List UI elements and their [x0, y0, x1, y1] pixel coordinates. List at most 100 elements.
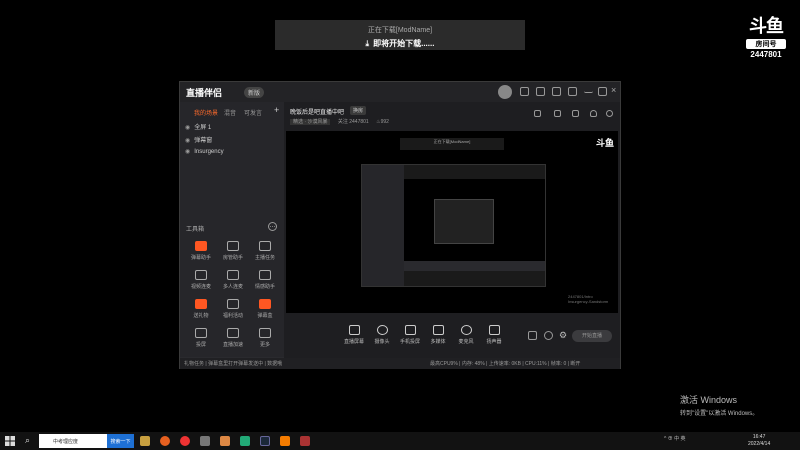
tool-item[interactable]: 多人连麦 [218, 268, 248, 296]
system-tray[interactable]: ^ ⊕ 中 英 [664, 435, 686, 442]
download-toast: 正在下载[ModName] ⤓ 即将开始下载...... [275, 20, 525, 50]
file-explorer-icon[interactable] [140, 436, 150, 446]
tool-label: 情感助手 [254, 284, 275, 290]
screen-capture-icon [348, 325, 360, 335]
maximize-icon[interactable] [598, 87, 607, 96]
scene-item[interactable]: ◉ 全屏 1 [185, 122, 211, 131]
app-icon[interactable] [200, 436, 210, 446]
stream-preview[interactable]: 正在下载[ModName] 斗鱼 2447801/Intro Insurgenc… [286, 131, 618, 313]
visibility-icon[interactable] [544, 331, 553, 340]
tool-label: 弹幕助手 [190, 255, 211, 261]
streaming-app-taskbar-icon[interactable] [280, 436, 290, 446]
search-icon[interactable]: ⌕ [25, 435, 30, 446]
tool-item[interactable]: 房管助手 [218, 239, 248, 267]
start-live-button[interactable]: 开始直播 [572, 330, 612, 342]
settings-icon[interactable] [552, 87, 561, 96]
tool-icon [259, 328, 271, 338]
browser-icon[interactable] [160, 436, 170, 446]
logo-brand: 斗鱼 [749, 16, 784, 36]
steam-icon[interactable] [260, 436, 270, 446]
message-icon[interactable] [536, 87, 545, 96]
tool-item[interactable]: 投屏 [186, 326, 216, 354]
tool-item[interactable]: 直播加速 [218, 326, 248, 354]
record-icon[interactable] [528, 331, 537, 340]
clock[interactable]: 16:47 2022/4/14 [748, 434, 770, 448]
camera-control[interactable]: 摄像头 [368, 325, 396, 345]
tool-item[interactable]: 送礼物 [186, 297, 216, 325]
download-icon: ⤓ [365, 39, 370, 48]
browser2-icon[interactable] [240, 436, 250, 446]
search-input[interactable]: 中考理应度 [39, 434, 107, 448]
game-icon[interactable] [300, 436, 310, 446]
speaker-control[interactable]: 扬声器 [480, 325, 508, 345]
add-scene-button[interactable]: + [274, 105, 279, 115]
screen-capture-control[interactable]: 直播屏幕 [340, 325, 368, 345]
eye-icon[interactable]: ◉ [185, 149, 190, 155]
office-icon[interactable] [220, 436, 230, 446]
minimize-icon[interactable] [584, 87, 593, 93]
tool-icon [259, 270, 271, 280]
phone-cast-control[interactable]: 手机投屏 [396, 325, 424, 345]
status-stats: 最高CPU9% | 内存: 48% | 上传速率: 0KB | CPU:11% … [430, 361, 581, 367]
preview-logo: 斗鱼 [596, 138, 615, 148]
tool-item[interactable]: 弹幕助手 [186, 239, 216, 267]
version-badge[interactable]: 新版 [244, 87, 265, 98]
tool-item[interactable]: 更多 [250, 326, 280, 354]
netease-icon[interactable] [180, 436, 190, 446]
tool-icon [227, 328, 239, 338]
tool-label: 视频连麦 [190, 284, 211, 290]
scene-item[interactable]: ◉ 弹幕窗 [185, 135, 212, 144]
app-brand: 直播伴侣 [186, 88, 223, 98]
tool-item[interactable]: 情感助手 [250, 268, 280, 296]
share-icon[interactable] [606, 110, 613, 117]
tool-item[interactable]: 弹幕盒 [250, 297, 280, 325]
room-title[interactable]: 晚饭后是吧直播中吧 [290, 107, 344, 116]
skin-icon[interactable] [520, 87, 529, 96]
media-control[interactable]: 多媒体 [424, 325, 452, 345]
microphone-control[interactable]: 麦克风 [452, 325, 480, 345]
tab-mixer[interactable]: 混音 [224, 108, 236, 117]
gift-icon[interactable] [534, 110, 541, 117]
gear-icon[interactable]: ⚙ [559, 330, 567, 341]
control-label: 直播屏幕 [343, 339, 364, 345]
close-icon[interactable]: × [611, 85, 616, 95]
tool-label: 房管助手 [222, 255, 243, 261]
bell-icon[interactable] [590, 110, 597, 117]
menu-icon[interactable] [568, 87, 577, 96]
tool-icon [259, 241, 271, 251]
room-heat: 992 [380, 119, 389, 125]
tool-label: 福利活动 [222, 313, 243, 319]
tool-label: 直播加速 [222, 342, 243, 348]
tool-label: 送礼物 [193, 313, 209, 319]
preview-info: 2447801/Intro Insurgency-Sandstorm [568, 294, 609, 304]
eye-icon[interactable]: ◉ [185, 125, 190, 131]
more-tools-icon[interactable]: … [268, 222, 277, 231]
preview-toast: 正在下载[ModName] [400, 138, 504, 150]
tool-icon [195, 270, 207, 280]
tool-icon [259, 299, 271, 309]
share-screen-icon[interactable] [572, 110, 579, 117]
tool-icon [227, 299, 239, 309]
tab-speech[interactable]: 可发言 [244, 108, 262, 117]
change-room-button[interactable]: 换房 [350, 106, 367, 115]
tool-item[interactable]: 福利活动 [218, 297, 248, 325]
room-category[interactable]: 精选 · 沙漠风暴 [290, 119, 331, 125]
room-label: 房间号 [746, 39, 786, 49]
avatar[interactable] [498, 85, 512, 99]
search-button[interactable]: 搜索一下 [107, 434, 134, 448]
main-panel: 晚饭后是吧直播中吧 换房 精选 · 沙漠风暴 关注 2447801 ♨992 正… [284, 102, 620, 359]
control-label: 麦克风 [458, 339, 474, 345]
scene-item[interactable]: ◉ Insurgency [185, 148, 224, 155]
tool-item[interactable]: 主播任务 [250, 239, 280, 267]
windows-start-icon[interactable] [5, 436, 15, 446]
tool-label: 投屏 [195, 342, 206, 348]
tab-my-scenes[interactable]: 我的场景 [194, 108, 218, 117]
toast-status: 正在下载[ModName] [367, 27, 433, 34]
eye-icon[interactable]: ◉ [185, 138, 190, 144]
room-follow: 关注 2447801 [337, 119, 369, 125]
tool-item[interactable]: 视频连麦 [186, 268, 216, 296]
bag-icon[interactable] [554, 110, 561, 117]
control-label: 手机投屏 [399, 339, 420, 345]
phone-cast-icon [404, 325, 416, 335]
tool-icon [195, 241, 207, 251]
